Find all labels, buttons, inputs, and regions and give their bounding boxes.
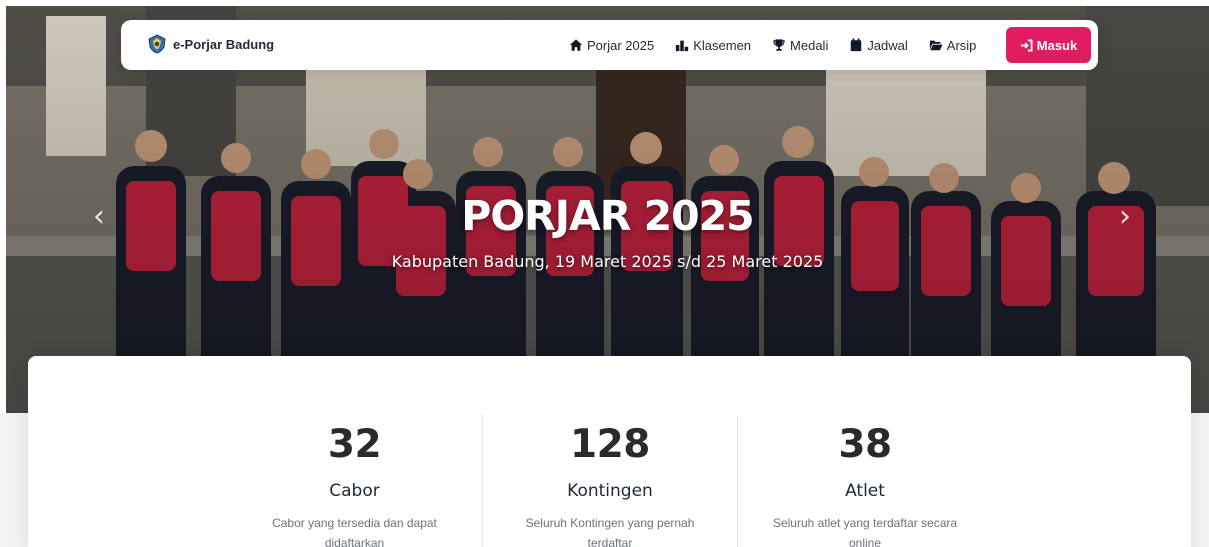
folder-open-icon: [929, 40, 943, 51]
brand-name: e-Porjar Badung: [173, 36, 275, 52]
nav-menu: Porjar 2025 Klasemen Medali Jadwal Arsip: [569, 20, 997, 70]
badung-crest-icon: [148, 34, 166, 54]
hero-subtitle: Kabupaten Badung, 19 Maret 2025 s/d 25 M…: [391, 252, 824, 271]
nav-item-label: Medali: [790, 37, 829, 53]
brand-link[interactable]: e-Porjar Badung: [147, 34, 274, 54]
nav-item-arsip[interactable]: Arsip: [929, 37, 977, 53]
nav-item-label: Porjar 2025: [587, 37, 655, 53]
login-button[interactable]: Masuk: [1006, 27, 1091, 63]
stat-description: Seluruh Kontingen yang pernah terdaftar: [525, 516, 695, 547]
chevron-left-icon[interactable]: ‹: [84, 196, 114, 236]
stat-atlet: 38 Atlet Seluruh atlet yang terdaftar se…: [737, 414, 992, 547]
stat-cabor: 32 Cabor Cabor yang tersedia dan dapat d…: [227, 414, 482, 547]
stat-value: 128: [570, 422, 650, 467]
login-button-label: Masuk: [1036, 37, 1078, 53]
chevron-right-icon[interactable]: ›: [1110, 196, 1140, 236]
stat-kontingen: 128 Kontingen Seluruh Kontingen yang per…: [482, 414, 737, 547]
nav-item-porjar-2025[interactable]: Porjar 2025: [569, 38, 654, 53]
sign-in-icon: [1020, 38, 1033, 52]
top-navbar: e-Porjar Badung Porjar 2025 Klasemen Med…: [121, 20, 1098, 70]
calendar-icon: [851, 38, 862, 52]
stat-label: Atlet: [845, 481, 885, 501]
stat-description: Seluruh atlet yang terdaftar secara onli…: [772, 516, 958, 547]
trophy-icon: [773, 39, 785, 51]
nav-item-jadwal[interactable]: Jadwal: [849, 37, 908, 53]
podium-icon: [676, 40, 689, 52]
home-icon: [569, 39, 583, 51]
hero-title: PORJAR 2025: [461, 192, 754, 240]
nav-item-label: Klasemen: [693, 37, 752, 53]
stat-label: Cabor: [329, 481, 380, 501]
nav-item-klasemen[interactable]: Klasemen: [675, 38, 751, 53]
stat-value: 32: [327, 422, 382, 467]
nav-item-label: Jadwal: [867, 37, 908, 53]
nav-item-label: Arsip: [946, 37, 977, 53]
stat-label: Kontingen: [567, 481, 653, 501]
nav-item-medali[interactable]: Medali: [772, 38, 828, 53]
stat-description: Cabor yang tersedia dan dapat didaftarka…: [272, 516, 437, 547]
stat-value: 38: [838, 422, 892, 467]
